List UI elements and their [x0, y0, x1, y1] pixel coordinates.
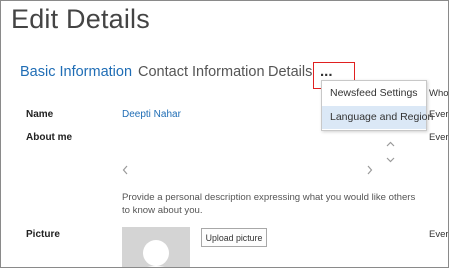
picture-label: Picture	[26, 229, 60, 240]
chevron-down-icon[interactable]	[386, 155, 395, 165]
avatar-placeholder-icon	[122, 227, 190, 267]
name-value: Deepti Nahar	[122, 109, 181, 120]
edit-details-window: Edit Details Basic Information Contact I…	[0, 0, 449, 268]
about-me-textarea[interactable]	[122, 136, 402, 164]
ellipsis-icon: ...	[320, 63, 333, 80]
tab-contact-information[interactable]: Contact Information	[138, 64, 265, 80]
about-me-label: About me	[26, 132, 73, 143]
page-title: Edit Details	[11, 4, 150, 34]
more-tabs-dropdown: Newsfeed Settings Language and Region	[321, 80, 433, 131]
who-can-see-header: Who	[429, 88, 449, 99]
about-me-help-text: Provide a personal description expressin…	[122, 192, 416, 216]
chevron-right-icon[interactable]	[367, 164, 373, 178]
tab-details[interactable]: Details	[268, 64, 312, 80]
menu-item-newsfeed-settings[interactable]: Newsfeed Settings	[322, 82, 426, 105]
about-me-visibility[interactable]: Every	[429, 132, 448, 143]
picture-visibility[interactable]: Every	[429, 229, 448, 240]
menu-item-language-and-region[interactable]: Language and Region	[322, 106, 433, 129]
chevron-left-icon[interactable]	[122, 164, 128, 178]
tab-basic-information[interactable]: Basic Information	[20, 64, 132, 80]
name-label: Name	[26, 109, 54, 120]
upload-picture-button[interactable]: Upload picture	[201, 228, 267, 247]
chevron-up-icon[interactable]	[386, 139, 395, 149]
